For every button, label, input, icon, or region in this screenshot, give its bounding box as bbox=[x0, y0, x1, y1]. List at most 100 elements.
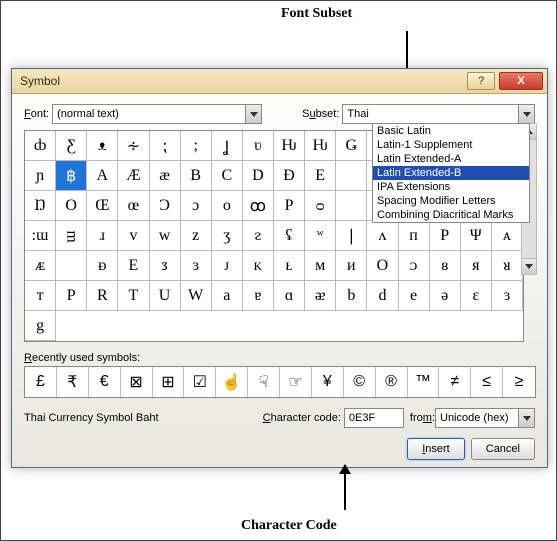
recent-symbol-cell[interactable]: € bbox=[89, 367, 121, 397]
symbol-cell[interactable]: Œ bbox=[87, 191, 118, 221]
recent-symbol-cell[interactable]: ≤ bbox=[471, 367, 503, 397]
subset-combo[interactable]: Thai bbox=[342, 104, 535, 124]
symbol-cell[interactable]: g bbox=[25, 311, 56, 341]
symbol-cell[interactable]: O bbox=[367, 251, 398, 281]
symbol-cell[interactable]: ȸ bbox=[25, 131, 56, 161]
recent-symbol-cell[interactable]: ☑ bbox=[184, 367, 216, 397]
symbol-cell[interactable]: Ŋ bbox=[25, 191, 56, 221]
symbol-cell[interactable]: ʒ bbox=[212, 221, 243, 251]
symbol-cell[interactable]: D bbox=[243, 161, 274, 191]
symbol-cell[interactable]: ᴕ bbox=[430, 251, 461, 281]
symbol-cell[interactable]: E bbox=[305, 161, 336, 191]
symbol-cell[interactable]: ꝏ bbox=[243, 191, 274, 221]
symbol-cell[interactable]: Ƹ bbox=[56, 131, 87, 161]
symbol-cell[interactable]: ᴁ bbox=[25, 251, 56, 281]
symbol-cell[interactable]: e bbox=[399, 281, 430, 311]
insert-button[interactable]: Insert bbox=[407, 438, 465, 460]
symbol-cell[interactable]: ə bbox=[430, 281, 461, 311]
symbol-cell[interactable]: W bbox=[181, 281, 212, 311]
symbol-cell[interactable]: ɜ bbox=[181, 251, 212, 281]
cancel-button[interactable]: Cancel bbox=[471, 438, 535, 460]
symbol-cell[interactable]: ; bbox=[181, 131, 212, 161]
symbol-cell[interactable]: æ bbox=[150, 161, 181, 191]
symbol-cell[interactable]: ฿ bbox=[56, 161, 87, 191]
recent-symbol-cell[interactable]: © bbox=[344, 367, 376, 397]
symbol-cell[interactable]: ɹ bbox=[87, 221, 118, 251]
symbol-cell[interactable]: C bbox=[212, 161, 243, 191]
symbol-cell[interactable]: ᴙ bbox=[461, 251, 492, 281]
from-combo[interactable]: Unicode (hex) bbox=[435, 408, 535, 428]
symbol-cell[interactable]: w bbox=[150, 221, 181, 251]
symbol-cell[interactable]: Ð bbox=[274, 161, 305, 191]
recent-symbol-cell[interactable]: ⊠ bbox=[121, 367, 153, 397]
symbol-cell[interactable]: ᴟ bbox=[56, 221, 87, 251]
scroll-down-icon[interactable] bbox=[522, 258, 536, 274]
symbol-cell[interactable]: ʷ bbox=[305, 221, 336, 251]
symbol-cell[interactable]: R bbox=[87, 281, 118, 311]
recent-symbol-cell[interactable]: ≥ bbox=[503, 367, 535, 397]
symbol-cell[interactable]: ᴚ bbox=[492, 251, 523, 281]
symbol-cell[interactable]: ᴛ bbox=[25, 281, 56, 311]
symbol-cell[interactable]: ᴏ bbox=[212, 191, 243, 221]
recent-symbol-cell[interactable]: ☞ bbox=[280, 367, 312, 397]
symbol-cell[interactable]: Ƕ bbox=[305, 131, 336, 161]
symbol-cell[interactable]: ʋ bbox=[243, 131, 274, 161]
subset-option[interactable]: Latin-1 Supplement bbox=[373, 138, 529, 152]
recent-symbol-cell[interactable]: ≠ bbox=[439, 367, 471, 397]
recent-symbol-cell[interactable]: £ bbox=[25, 367, 57, 397]
symbol-cell[interactable] bbox=[336, 191, 367, 221]
symbol-cell[interactable]: a bbox=[212, 281, 243, 311]
symbol-cell[interactable]: ɛ bbox=[461, 281, 492, 311]
symbol-cell[interactable]: O bbox=[56, 191, 87, 221]
symbol-cell[interactable]: Ƕ bbox=[274, 131, 305, 161]
symbol-cell[interactable]: ⁏ bbox=[150, 131, 181, 161]
symbol-cell[interactable]: ᴆ bbox=[87, 251, 118, 281]
symbol-cell[interactable]: ᴂ bbox=[305, 281, 336, 311]
subset-option[interactable]: Spacing Modifier Letters bbox=[373, 194, 529, 208]
symbol-cell[interactable]: Æ bbox=[118, 161, 149, 191]
font-combo[interactable]: (normal text) bbox=[52, 104, 262, 124]
recent-symbol-cell[interactable]: ☝ bbox=[216, 367, 248, 397]
subset-option[interactable]: Latin Extended-A bbox=[373, 152, 529, 166]
symbol-cell[interactable]: ᴧ bbox=[367, 221, 398, 251]
recent-symbol-cell[interactable]: ® bbox=[376, 367, 408, 397]
symbol-cell[interactable]: ᴤ bbox=[243, 221, 274, 251]
recent-symbol-cell[interactable]: ™ bbox=[408, 367, 440, 397]
symbol-cell[interactable]: P bbox=[274, 191, 305, 221]
subset-option[interactable]: Latin Extended-B bbox=[373, 166, 529, 180]
symbol-cell[interactable]: ᴊ bbox=[212, 251, 243, 281]
symbol-cell[interactable]: U bbox=[150, 281, 181, 311]
symbol-cell[interactable]: ɲ bbox=[25, 161, 56, 191]
subset-option[interactable]: Combining Diacritical Marks bbox=[373, 208, 529, 222]
symbol-cell[interactable]: ᴑ bbox=[305, 191, 336, 221]
symbol-cell[interactable]: Ψ bbox=[461, 221, 492, 251]
symbol-cell[interactable]: ᴐ bbox=[399, 251, 430, 281]
symbol-cell[interactable]: ∣ bbox=[336, 221, 367, 251]
symbol-cell[interactable]: :ɯ bbox=[25, 221, 56, 251]
recent-symbol-cell[interactable]: ₹ bbox=[57, 367, 89, 397]
recent-symbol-cell[interactable]: ⊞ bbox=[153, 367, 185, 397]
symbol-cell[interactable] bbox=[336, 161, 367, 191]
subset-option[interactable]: IPA Extensions bbox=[373, 180, 529, 194]
symbol-cell[interactable]: œ bbox=[118, 191, 149, 221]
recent-symbol-cell[interactable]: ¥ bbox=[312, 367, 344, 397]
symbol-cell[interactable]: E bbox=[118, 251, 149, 281]
symbol-cell[interactable]: ᴣ bbox=[150, 251, 181, 281]
symbol-cell[interactable]: ᴎ bbox=[336, 251, 367, 281]
symbol-cell[interactable]: ɜ bbox=[492, 281, 523, 311]
recent-symbol-cell[interactable]: ☟ bbox=[248, 367, 280, 397]
symbol-cell[interactable]: ɔ bbox=[181, 191, 212, 221]
symbol-cell[interactable]: b bbox=[336, 281, 367, 311]
symbol-cell[interactable]: ᴋ bbox=[243, 251, 274, 281]
symbol-cell[interactable]: B bbox=[181, 161, 212, 191]
symbol-cell[interactable]: Ʝ bbox=[212, 131, 243, 161]
symbol-cell[interactable]: ᴥ bbox=[87, 131, 118, 161]
symbol-cell[interactable]: P bbox=[430, 221, 461, 251]
symbol-cell[interactable]: Ɔ bbox=[150, 191, 181, 221]
symbol-cell[interactable]: P bbox=[56, 281, 87, 311]
symbol-cell[interactable]: ∻ bbox=[118, 131, 149, 161]
subset-option[interactable]: Basic Latin bbox=[373, 124, 529, 138]
symbol-cell[interactable]: ɐ bbox=[243, 281, 274, 311]
symbol-cell[interactable]: Ǥ bbox=[336, 131, 367, 161]
symbol-cell[interactable]: п bbox=[399, 221, 430, 251]
